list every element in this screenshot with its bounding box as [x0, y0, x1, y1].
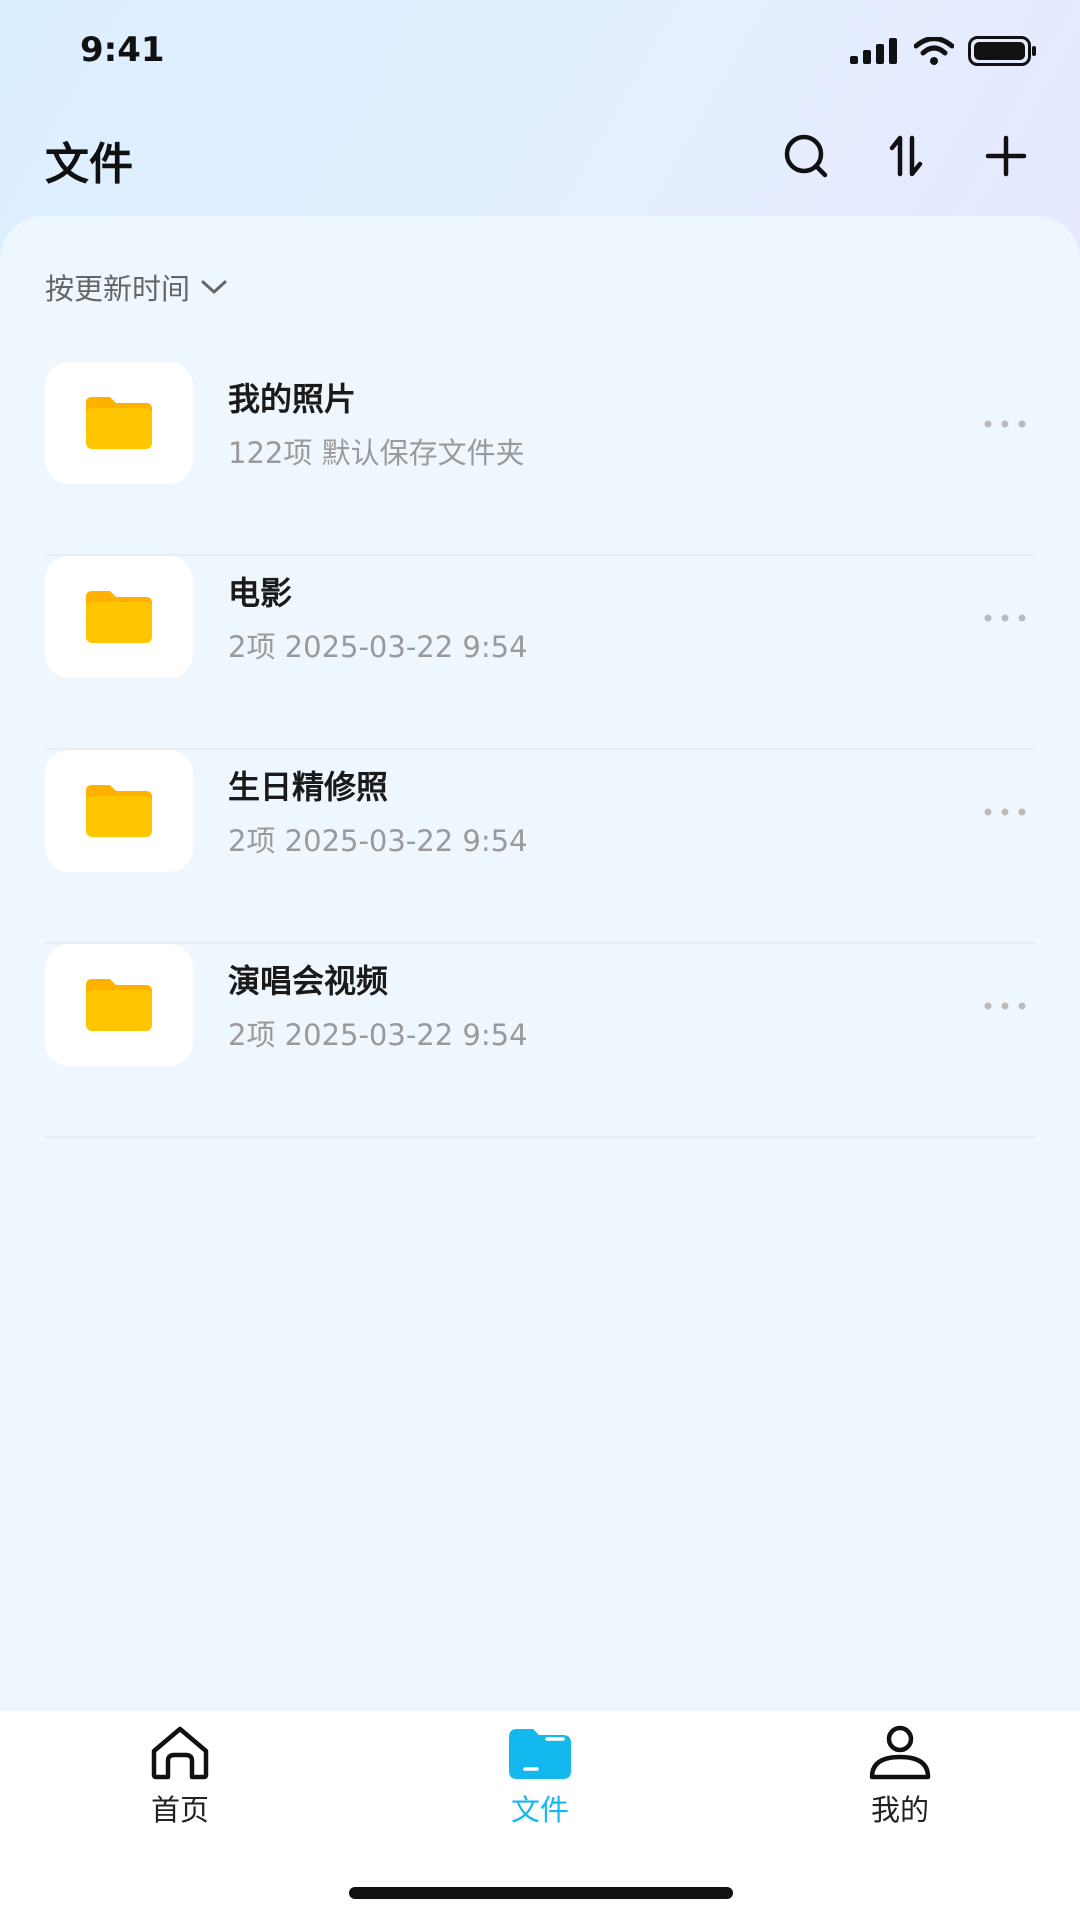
search-icon: [784, 134, 828, 178]
page-title: 文件: [45, 139, 133, 190]
file-name: 生日精修照: [228, 768, 389, 806]
add-button[interactable]: [976, 126, 1036, 186]
header: 文件: [0, 120, 1080, 190]
tab-profile[interactable]: 我的: [800, 1711, 1000, 1831]
status-time: 9:41: [80, 30, 165, 70]
more-button[interactable]: [975, 406, 1035, 442]
folder-thumbnail: [45, 556, 193, 678]
folder-icon: [505, 1723, 575, 1783]
wifi-icon: [914, 37, 954, 65]
folder-thumbnail: [45, 750, 193, 872]
file-list: 我的照片 122项 默认保存文件夹 电影 2项 2025-03-22 9:54: [0, 362, 1080, 1138]
sort-label: 按更新时间: [45, 272, 191, 306]
folder-icon: [86, 591, 152, 643]
folder-icon: [86, 397, 152, 449]
file-meta: 2项 2025-03-22 9:54: [228, 1018, 528, 1052]
add-icon: [985, 135, 1027, 177]
more-icon: [984, 614, 1026, 622]
more-icon: [984, 1002, 1026, 1010]
file-meta: 122项 默认保存文件夹: [228, 436, 525, 470]
status-bar: 9:41: [0, 0, 1080, 104]
file-meta: 2项 2025-03-22 9:54: [228, 630, 528, 664]
tab-label: 我的: [870, 1793, 929, 1827]
sort-icon: [889, 135, 923, 177]
folder-icon: [86, 979, 152, 1031]
list-item[interactable]: 我的照片 122项 默认保存文件夹: [45, 362, 1035, 556]
list-item[interactable]: 演唱会视频 2项 2025-03-22 9:54: [45, 944, 1035, 1138]
folder-thumbnail: [45, 944, 193, 1066]
sort-button[interactable]: [876, 126, 936, 186]
sort-dropdown[interactable]: 按更新时间: [45, 266, 228, 308]
status-icons: [850, 36, 1038, 66]
list-item[interactable]: 电影 2项 2025-03-22 9:54: [45, 556, 1035, 750]
tab-label: 首页: [150, 1793, 209, 1827]
file-meta: 2项 2025-03-22 9:54: [228, 824, 528, 858]
home-icon: [145, 1723, 215, 1783]
home-indicator: [349, 1887, 733, 1899]
tab-label: 文件: [510, 1793, 569, 1827]
battery-icon: [968, 36, 1036, 66]
file-name: 电影: [228, 574, 293, 612]
signal-icon: [850, 38, 897, 64]
tab-files[interactable]: 文件: [440, 1711, 640, 1831]
file-name: 我的照片: [228, 380, 357, 418]
search-button[interactable]: [776, 126, 836, 186]
file-panel: 按更新时间 我的照片 122项 默认保存文件夹 电影 2项 2025-03-22…: [0, 216, 1080, 1711]
list-item[interactable]: 生日精修照 2项 2025-03-22 9:54: [45, 750, 1035, 944]
person-icon: [865, 1723, 935, 1783]
more-button[interactable]: [975, 794, 1035, 830]
more-button[interactable]: [975, 600, 1035, 636]
more-icon: [984, 420, 1026, 428]
file-name: 演唱会视频: [228, 962, 389, 1000]
more-button[interactable]: [975, 988, 1035, 1024]
tab-home[interactable]: 首页: [80, 1711, 280, 1831]
folder-thumbnail: [45, 362, 193, 484]
chevron-down-icon: [201, 280, 227, 294]
more-icon: [984, 808, 1026, 816]
folder-icon: [86, 785, 152, 837]
